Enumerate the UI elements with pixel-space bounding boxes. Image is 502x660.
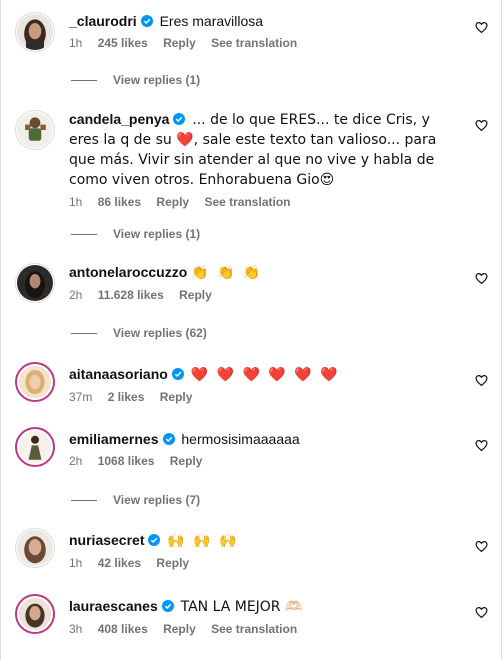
reply-button[interactable]: Reply: [160, 390, 193, 404]
verified-badge-icon: [171, 368, 184, 380]
replies-divider: [71, 80, 97, 82]
comment-username[interactable]: aitanaasoriano: [69, 366, 168, 382]
see-translation-button[interactable]: See translation: [204, 195, 290, 209]
comments-panel: _claurodri Eres maravillosa 1h 245 likes…: [0, 0, 502, 660]
view-replies-button[interactable]: View replies (62): [71, 326, 207, 340]
comment-text: 🙌 🙌 🙌: [167, 533, 239, 549]
comment-username[interactable]: candela_penya: [69, 111, 169, 127]
avatar-image: [19, 431, 51, 463]
comment-likes[interactable]: 408 likes: [98, 622, 148, 636]
avatar-image: [19, 598, 51, 630]
comment-time: 1h: [69, 36, 83, 50]
verified-badge-icon: [161, 600, 174, 612]
like-heart-icon[interactable]: [475, 439, 488, 452]
comment-time: 1h: [69, 195, 83, 209]
comment-username[interactable]: _claurodri: [69, 13, 137, 29]
see-translation-button[interactable]: See translation: [211, 36, 297, 50]
avatar[interactable]: [15, 362, 55, 402]
comment-text: ❤️ ❤️ ❤️ ❤️ ❤️ ❤️: [190, 367, 340, 383]
comment-likes[interactable]: 1068 likes: [98, 454, 155, 468]
reply-button[interactable]: Reply: [163, 36, 196, 50]
replies-divider: [71, 333, 97, 335]
reply-button[interactable]: Reply: [163, 622, 196, 636]
view-replies-label: View replies (62): [113, 326, 207, 340]
comment-meta: 2h 11.628 likes Reply: [69, 288, 463, 302]
view-replies-label: View replies (7): [113, 493, 201, 507]
avatar[interactable]: [15, 427, 55, 467]
comment-text: Eres maravillosa: [159, 13, 264, 29]
avatar-image: [19, 366, 51, 398]
reply-button[interactable]: Reply: [179, 288, 212, 302]
comment-meta: 37m 2 likes Reply: [69, 390, 463, 404]
like-heart-icon[interactable]: [475, 272, 488, 285]
see-translation-button[interactable]: See translation: [211, 622, 297, 636]
comment-text-row: emiliamernes hermosisimaaaaaa: [69, 430, 463, 449]
avatar-image: [17, 112, 53, 148]
comment-text-row: nuriasecret 🙌 🙌 🙌: [69, 531, 463, 551]
replies-divider: [71, 500, 97, 502]
comment-likes[interactable]: 42 likes: [98, 556, 141, 570]
like-heart-icon[interactable]: [475, 119, 488, 132]
comment-likes[interactable]: 2 likes: [108, 390, 145, 404]
comment-time: 2h: [69, 454, 83, 468]
like-heart-icon[interactable]: [475, 606, 488, 619]
comment-text-row: antonelaroccuzzo 👏 👏 👏: [69, 263, 463, 283]
view-replies-button[interactable]: View replies (7): [71, 493, 200, 507]
reply-button[interactable]: Reply: [170, 454, 203, 468]
comment-username[interactable]: emiliamernes: [69, 431, 159, 447]
view-replies-button[interactable]: View replies (1): [71, 227, 200, 241]
avatar[interactable]: [15, 12, 55, 52]
reply-button[interactable]: Reply: [156, 556, 189, 570]
comment-likes[interactable]: 11.628 likes: [98, 288, 164, 302]
comment-meta: 1h 245 likes Reply See translation: [69, 36, 463, 50]
comment-meta: 1h 42 likes Reply: [69, 556, 463, 570]
verified-badge-icon: [162, 433, 175, 445]
comment-text-row: aitanaasoriano ❤️ ❤️ ❤️ ❤️ ❤️ ❤️: [69, 365, 463, 385]
comment-meta: 2h 1068 likes Reply: [69, 454, 463, 468]
comment-meta: 1h 86 likes Reply See translation: [69, 195, 463, 209]
avatar-image: [17, 14, 53, 50]
comment-time: 2h: [69, 288, 83, 302]
comment-username[interactable]: lauraescanes: [69, 598, 158, 614]
reply-button[interactable]: Reply: [156, 195, 189, 209]
view-replies-label: View replies (1): [113, 227, 201, 241]
replies-divider: [71, 234, 97, 236]
avatar[interactable]: [15, 263, 55, 303]
comment-text: hermosisimaaaaaa: [181, 431, 300, 447]
avatar[interactable]: [15, 594, 55, 634]
comment-text: TAN LA MEJOR 🫶🏻: [180, 599, 303, 615]
comment-text-row: candela_penya ... de lo que ERES... te d…: [69, 110, 463, 190]
avatar-image: [17, 530, 53, 566]
comment-text-row: lauraescanes TAN LA MEJOR 🫶🏻: [69, 597, 463, 617]
comment-time: 37m: [69, 390, 93, 404]
comment-text-row: _claurodri Eres maravillosa: [69, 12, 463, 31]
verified-badge-icon: [140, 15, 153, 27]
comment-meta: 3h 408 likes Reply See translation: [69, 622, 463, 636]
like-heart-icon[interactable]: [475, 21, 488, 34]
avatar[interactable]: [15, 110, 55, 150]
avatar[interactable]: [15, 528, 55, 568]
comment-time: 3h: [69, 622, 83, 636]
comment-text: 👏 👏 👏: [191, 265, 263, 281]
comment-username[interactable]: antonelaroccuzzo: [69, 264, 187, 280]
verified-badge-icon: [173, 113, 186, 125]
like-heart-icon[interactable]: [475, 540, 488, 553]
comment-username[interactable]: nuriasecret: [69, 532, 144, 548]
comment-likes[interactable]: 86 likes: [98, 195, 141, 209]
view-replies-button[interactable]: View replies (1): [71, 73, 200, 87]
verified-badge-icon: [148, 534, 161, 546]
avatar-image: [17, 265, 53, 301]
comment-time: 1h: [69, 556, 83, 570]
comment-likes[interactable]: 245 likes: [98, 36, 148, 50]
view-replies-label: View replies (1): [113, 73, 201, 87]
like-heart-icon[interactable]: [475, 374, 488, 387]
